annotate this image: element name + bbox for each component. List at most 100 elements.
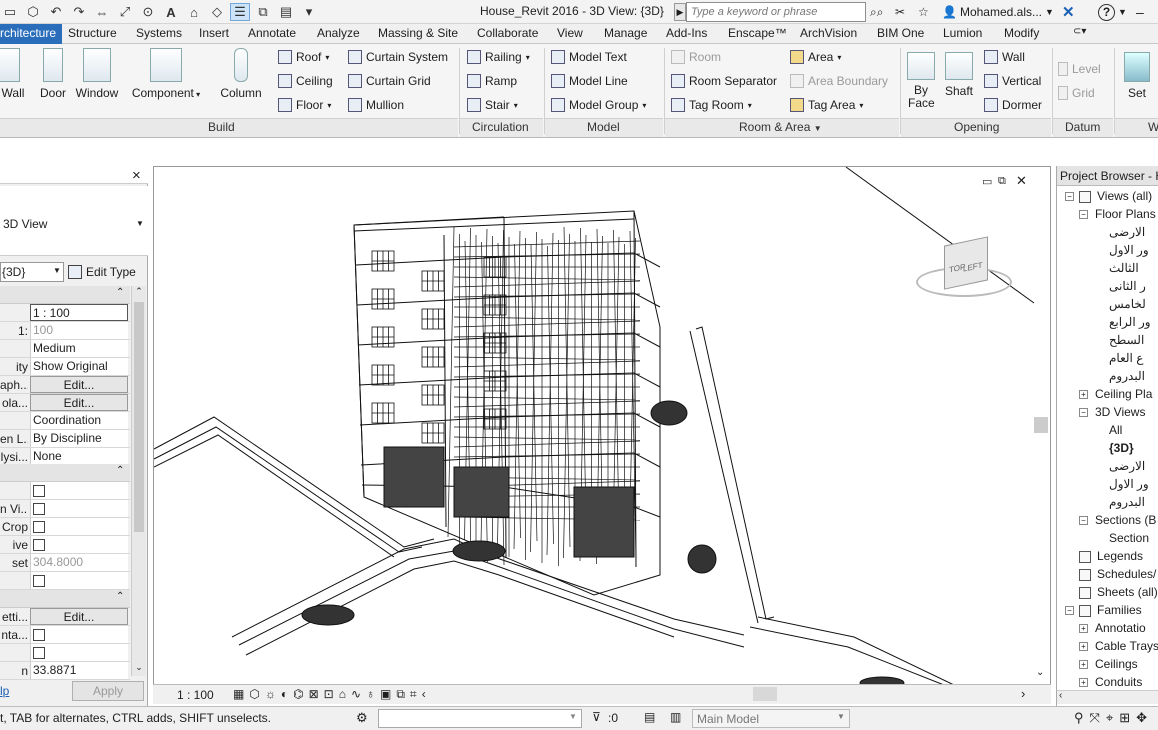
tree-node[interactable]: Legends — [1097, 549, 1143, 563]
tree-expand-icon[interactable]: − — [1065, 606, 1074, 615]
model-group-button[interactable]: Model Group ▾ — [551, 98, 646, 112]
room-button[interactable]: Room — [671, 50, 721, 64]
vertical-opening-button[interactable]: Vertical — [984, 74, 1041, 88]
tree-node[interactable]: 3D Views — [1095, 405, 1145, 419]
select-links-icon[interactable]: ⚲ — [1074, 710, 1084, 726]
tree-node[interactable]: الارضى — [1109, 225, 1145, 239]
view-scale[interactable]: 1 : 100 — [177, 688, 214, 702]
section-icon[interactable]: ◇ — [207, 3, 227, 21]
grid-button[interactable]: Grid — [1058, 86, 1095, 100]
unlocked-view-icon[interactable]: ⌂ — [339, 687, 346, 702]
switch-windows-icon[interactable]: ▤ — [276, 3, 296, 21]
curtain-system-button[interactable]: Curtain System — [348, 50, 448, 64]
property-value[interactable]: By Discipline — [30, 430, 128, 447]
tree-expand-icon[interactable]: + — [1079, 624, 1088, 633]
tree-node[interactable]: لخامس — [1109, 297, 1146, 311]
redo-icon[interactable]: ↷ — [69, 3, 89, 21]
3d-view-canvas[interactable]: ▭ ⧉ ✕ LEFT TOP ⌄ — [153, 166, 1051, 686]
favorites-icon[interactable]: ☆ — [918, 2, 929, 22]
property-value[interactable]: Medium — [30, 340, 128, 357]
measure-icon[interactable]: ⇔ — [92, 3, 112, 21]
rendering-icon[interactable]: ⌬ — [293, 687, 303, 702]
properties-section-extents[interactable]: ⌃ — [0, 464, 130, 482]
properties-section-graphics[interactable]: ⌃ — [0, 286, 130, 304]
model-text-button[interactable]: Model Text — [551, 50, 627, 64]
design-options-icon[interactable]: ▥ — [670, 710, 681, 724]
property-checkbox[interactable] — [33, 503, 45, 515]
drag-elements-icon[interactable]: ✥ — [1136, 710, 1147, 726]
crop-view-icon[interactable]: ⊠ — [309, 687, 319, 702]
instance-filter-select[interactable]: {3D} ▼ — [0, 262, 64, 282]
tree-node[interactable]: Ceiling Pla — [1095, 387, 1152, 401]
tree-expand-icon[interactable]: + — [1079, 390, 1088, 399]
panel-title-room-area[interactable]: Room & Area ▼ — [739, 120, 822, 134]
search-input[interactable]: Type a keyword or phrase — [686, 2, 866, 22]
view-restore-icon[interactable]: ⧉ — [998, 175, 1006, 188]
sun-path-icon[interactable]: ☼ — [265, 687, 276, 702]
property-checkbox[interactable] — [33, 521, 45, 533]
tab-massing-site[interactable]: Massing & Site — [378, 26, 458, 40]
viewport-scroll-down-icon[interactable]: ⌄ — [1036, 667, 1044, 678]
properties-scrollbar[interactable]: ⌃ ⌄ — [131, 286, 146, 676]
property-value[interactable]: 1 : 100 — [30, 304, 128, 321]
properties-help-link[interactable]: lp — [0, 684, 9, 698]
wall-button[interactable]: Wall — [0, 48, 28, 100]
3d-view-icon[interactable]: ⌂ — [184, 3, 204, 21]
minimize-icon[interactable]: ‒ — [1136, 2, 1144, 22]
dormer-button[interactable]: Dormer — [984, 98, 1042, 112]
tab-lumion[interactable]: Lumion — [943, 26, 982, 40]
property-checkbox[interactable] — [33, 485, 45, 497]
set-work-plane-button[interactable]: Set — [1120, 48, 1154, 100]
property-edit-button[interactable]: Edit... — [30, 608, 128, 625]
component-button[interactable]: Component ▾ — [130, 48, 202, 100]
column-button[interactable]: Column — [216, 48, 266, 100]
exchange-apps-icon[interactable]: ✕ — [1062, 2, 1075, 22]
ramp-button[interactable]: Ramp — [467, 74, 517, 88]
thin-lines-icon[interactable]: ☰ — [230, 3, 250, 21]
tree-node[interactable]: السطح — [1109, 333, 1144, 347]
tree-expand-icon[interactable]: + — [1079, 678, 1088, 687]
tab-add-ins[interactable]: Add-Ins — [666, 26, 707, 40]
tree-expand-icon[interactable]: − — [1065, 192, 1074, 201]
close-hidden-icon[interactable]: ⧉ — [253, 3, 273, 21]
scroll-thumb[interactable] — [134, 302, 144, 532]
customize-icon[interactable]: ▾ — [299, 3, 319, 21]
worksharing-display-icon[interactable]: ⧉ — [396, 687, 405, 702]
tree-node[interactable]: ر الثانى — [1109, 279, 1146, 293]
tag-room-button[interactable]: Tag Room ▾ — [671, 98, 752, 112]
scroll-left-icon[interactable]: ‹ — [1059, 690, 1062, 701]
scroll-left-icon[interactable]: ‹ — [422, 687, 426, 702]
tree-node[interactable]: All — [1109, 423, 1122, 437]
floor-button[interactable]: Floor ▾ — [278, 98, 331, 112]
scroll-down-icon[interactable]: ⌄ — [132, 662, 146, 676]
tab-architecture[interactable]: rchitecture — [0, 24, 63, 44]
dimension-icon[interactable]: ⤢ — [115, 3, 135, 21]
browser-hscrollbar[interactable]: ‹ — [1057, 690, 1158, 704]
tree-node[interactable]: الثالث — [1109, 261, 1139, 275]
text-icon[interactable]: A — [161, 3, 181, 21]
tab-view[interactable]: View — [557, 26, 583, 40]
tree-expand-icon[interactable]: − — [1079, 516, 1088, 525]
tree-node[interactable]: Floor Plans — [1095, 207, 1156, 221]
property-value[interactable]: Show Original — [30, 358, 128, 375]
search-expand-icon[interactable]: ▶ — [674, 3, 686, 21]
horizontal-scroll-thumb[interactable] — [753, 687, 777, 701]
workset-select[interactable]: ▼ — [378, 709, 582, 728]
tab-annotate[interactable]: Annotate — [248, 26, 296, 40]
tree-node[interactable]: Section — [1109, 531, 1149, 545]
tree-node[interactable]: ور الرابع — [1109, 315, 1151, 329]
select-by-face-icon[interactable]: ⊞ — [1119, 710, 1130, 726]
tag-area-button[interactable]: Tag Area ▾ — [790, 98, 863, 112]
tree-expand-icon[interactable]: − — [1079, 408, 1088, 417]
worksets-icon[interactable]: ⚙ — [356, 710, 368, 726]
window-button[interactable]: Window — [73, 48, 121, 100]
help-button[interactable]: ? ▼ — [1098, 2, 1127, 22]
open-icon[interactable]: ▭ — [0, 3, 20, 21]
shadows-icon[interactable]: ◐ — [281, 687, 288, 702]
ribbon-toggle-icon[interactable]: ⊂▾ — [1073, 26, 1086, 37]
tree-node[interactable]: Ceilings — [1095, 657, 1138, 671]
filter-icon[interactable]: ⊽ — [592, 710, 601, 724]
properties-section-camera[interactable]: ⌃ — [0, 590, 130, 608]
type-selector[interactable]: 3D View ▼ — [0, 186, 148, 256]
property-edit-button[interactable]: Edit... — [30, 376, 128, 393]
